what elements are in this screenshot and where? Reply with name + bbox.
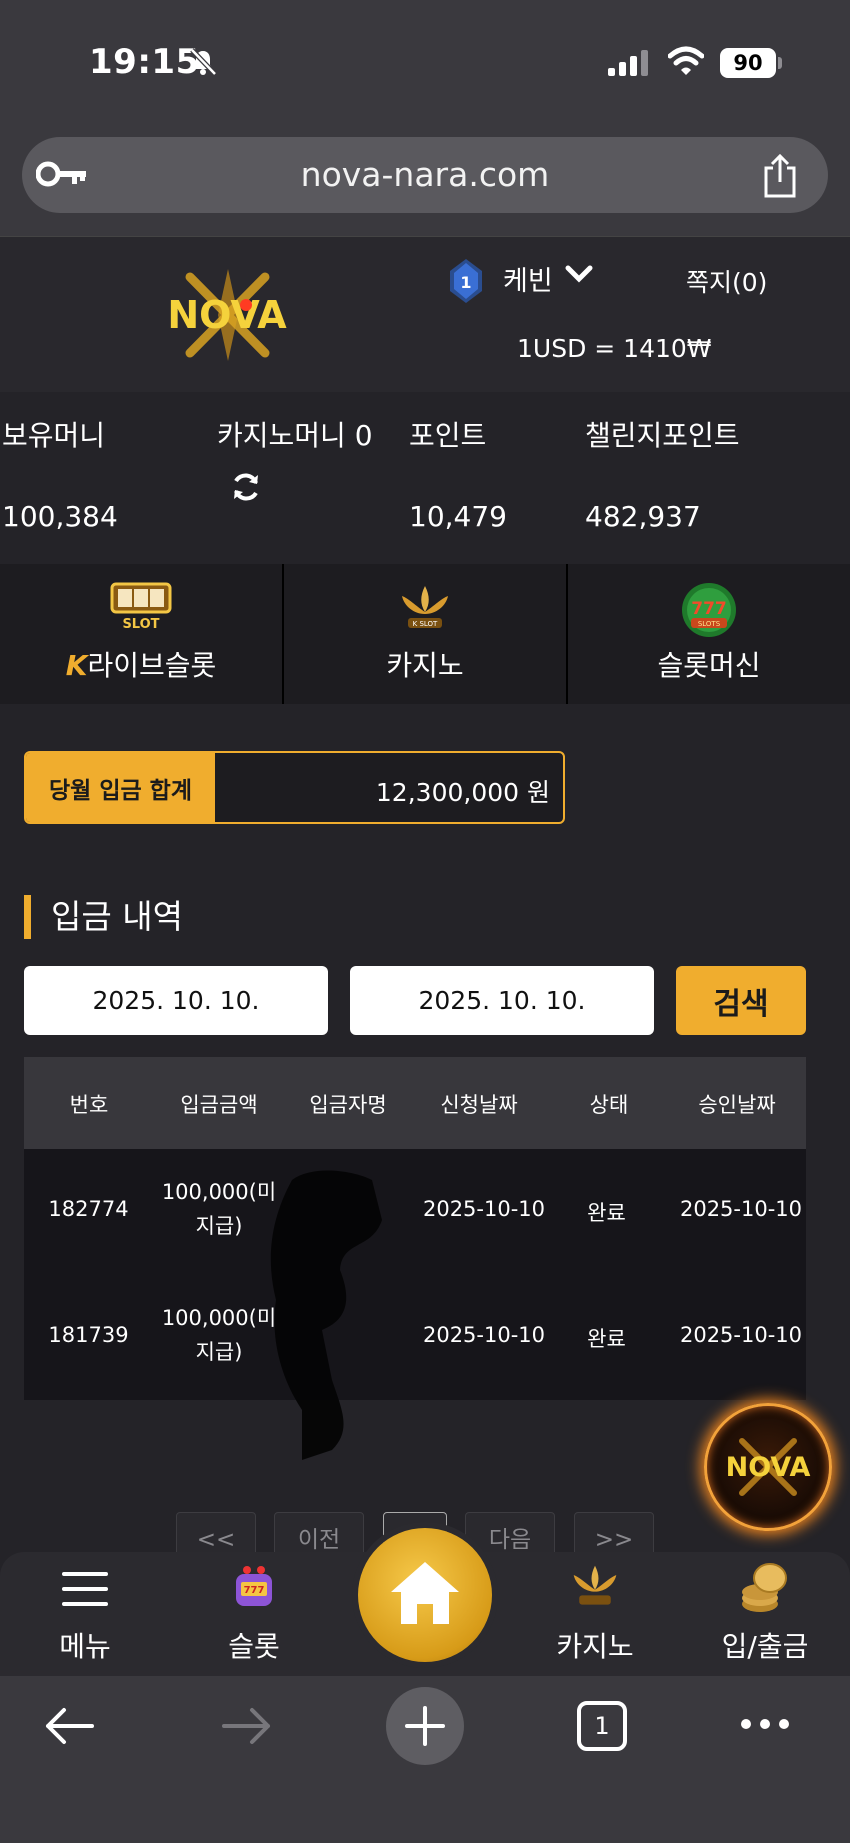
k-slot-lotus-icon [573,1565,617,1605]
k-slot-lotus-icon: K SLOT [402,586,448,628]
date-to-input[interactable] [350,966,654,1035]
level-badge-icon: 1 [450,259,482,303]
row-approve-date: 2025-10-10 [679,1197,803,1221]
wifi-icon [668,46,704,75]
back-arrow-icon[interactable] [44,1706,96,1746]
more-options-icon[interactable] [740,1718,790,1730]
redaction-scribble [270,1170,382,1460]
address-bar[interactable]: nova-nara.com [22,137,828,213]
monthly-deposit-total: 당월 입금 합계 12,300,000 원 [24,751,565,824]
category-casino-label: 카지노 [386,649,464,682]
messages-link[interactable]: 쪽지(0) [686,263,767,299]
url-text[interactable]: nova-nara.com [22,155,828,194]
share-icon[interactable] [762,154,798,198]
challenge-points-label: 챌린지포인트 [585,419,740,452]
nav-deposit-withdraw[interactable]: 입/출금 [700,1552,830,1676]
menu-icon [62,1572,108,1606]
nav-slot[interactable]: 777 슬롯 [189,1552,319,1676]
money-value: 100,384 [2,500,118,533]
casino-money-label: 카지노머니 0 [217,419,373,452]
search-button[interactable]: 검색 [676,966,806,1035]
challenge-points-value: 482,937 [585,500,701,533]
new-tab-button[interactable] [386,1687,464,1765]
status-time: 19:15 [89,42,200,82]
nav-casino[interactable]: 카지노 [530,1552,660,1676]
nova-logo-small-icon: NOVA [726,1438,811,1496]
chevron-down-icon[interactable] [565,265,593,283]
home-icon [391,1562,459,1624]
refresh-icon[interactable] [229,470,263,504]
monthly-total-label: 당월 입금 합계 [26,753,215,822]
table-row[interactable]: 181739 100,000(미 지급) 2025-10-10 완료 2025-… [24,1275,806,1400]
nav-deposit-withdraw-label: 입/출금 [721,1630,809,1663]
balance-panel: 보유머니 100,384 카지노머니 0 포인트 10,479 챌린지포인트 4… [0,392,850,564]
nova-logo[interactable]: NOVA [140,265,315,365]
floating-nova-button[interactable]: NOVA [704,1403,832,1531]
category-slot-machine[interactable]: 777 SLOTS 슬롯머신 [568,564,850,704]
nav-slot-label: 슬롯 [228,1630,280,1663]
browser-toolbar: 1 [0,1676,850,1843]
slot-machine-icon: 777 [236,1566,272,1606]
table-row[interactable]: 182774 100,000(미 지급) 2025-10-10 완료 2025-… [24,1149,806,1275]
svg-text:SLOTS: SLOTS [698,620,721,628]
battery-level: 90 [720,48,776,78]
category-live-slot[interactable]: SLOT K라이브슬롯 [0,564,284,704]
browser-chrome-top: 19:15 90 nova-nara.com [0,0,850,236]
column-header-request-date: 신청날짜 [440,1093,518,1117]
svg-text:777: 777 [244,1585,265,1596]
row-status: 완료 [587,1327,626,1351]
column-header-number: 번호 [69,1093,109,1117]
money-label: 보유머니 [2,419,106,452]
category-menu: SLOT K라이브슬롯 K SLOT 카지노 777 SLOTS 슬롯머신 [0,564,850,704]
home-button[interactable] [358,1528,492,1662]
live-slot-icon: SLOT [110,582,172,632]
forward-arrow-icon[interactable] [220,1706,272,1746]
points-value: 10,479 [409,500,507,533]
category-casino[interactable]: K SLOT 카지노 [284,564,568,704]
category-slot-machine-label: 슬롯머신 [657,649,761,682]
row-id: 181739 [48,1323,129,1347]
deposit-history-table: 번호 입금금액 입금자명 신청날짜 상태 승인날짜 182774 100,000… [24,1057,806,1400]
row-approve-date: 2025-10-10 [679,1323,803,1347]
cellular-signal-icon [608,50,648,76]
svg-text:K SLOT: K SLOT [413,620,438,628]
column-header-approve-date: 승인날짜 [698,1093,776,1117]
777-slots-icon: 777 SLOTS [682,583,736,637]
points-label: 포인트 [409,419,487,452]
svg-text:1: 1 [460,273,471,292]
row-status: 완료 [587,1201,626,1225]
battery-tip [778,57,782,69]
nav-menu-label: 메뉴 [59,1630,111,1663]
bell-slash-icon [190,48,217,76]
svg-text:SLOT: SLOT [122,617,159,632]
monthly-total-value: 12,300,000 원 [375,778,550,807]
tab-count-button[interactable]: 1 [577,1701,627,1751]
svg-text:NOVA: NOVA [726,1452,811,1483]
table-header: 번호 입금금액 입금자명 신청날짜 상태 승인날짜 [24,1057,806,1149]
site-header: NOVA 1 케빈 쪽지(0) 1USD = 1410₩ [0,236,850,392]
svg-text:777: 777 [691,599,727,619]
plus-icon [405,1706,445,1746]
coins-icon [742,1563,787,1612]
column-header-status: 상태 [589,1093,629,1117]
exchange-rate: 1USD = 1410₩ [517,334,712,363]
category-live-slot-label: K라이브슬롯 [65,649,217,682]
svg-text:NOVA: NOVA [167,293,287,337]
column-header-amount: 입금금액 [180,1093,258,1117]
section-title: 입금 내역 [24,895,183,939]
column-header-depositor: 입금자명 [309,1093,387,1117]
nav-casino-label: 카지노 [556,1630,634,1663]
user-name[interactable]: 케빈 [503,259,553,298]
nav-menu[interactable]: 메뉴 [20,1552,150,1676]
date-from-input[interactable] [24,966,328,1035]
row-id: 182774 [48,1197,129,1221]
